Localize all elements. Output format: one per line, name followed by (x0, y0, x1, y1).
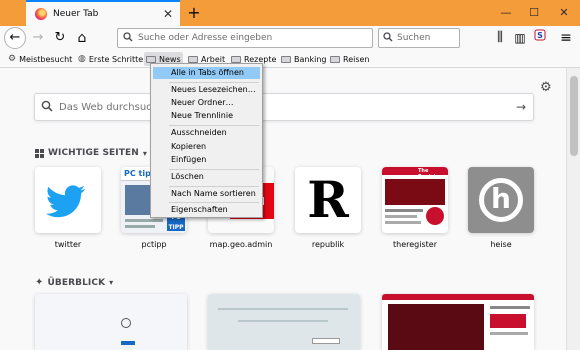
web-search-placeholder: Das Web durchsuchen (59, 101, 171, 113)
svg-text:S: S (537, 31, 543, 40)
gear-icon: ⚙ (8, 54, 17, 64)
menu-item-properties[interactable]: Eigenschaften (153, 204, 260, 216)
tile-label: twitter (54, 240, 82, 249)
highlights-icon: ✦ (35, 277, 44, 288)
title-bar: Neuer Tab ✕ + — ☐ ✕ (0, 0, 580, 26)
back-button[interactable]: ← (4, 27, 26, 49)
search-bar[interactable]: Suchen (378, 28, 460, 48)
tab-new-tab[interactable]: Neuer Tab ✕ (26, 0, 180, 26)
reload-button[interactable]: ↻ (50, 28, 70, 48)
firefox-icon (35, 8, 47, 20)
minimize-button[interactable]: — (492, 0, 520, 26)
window-close-button[interactable]: ✕ (550, 0, 578, 26)
page-scrollbar[interactable] (566, 68, 580, 350)
bookmarks-toolbar: ⚙ Meistbesucht ◍ Erste Schritte News Arb… (0, 50, 580, 68)
menu-item-cut[interactable]: Ausschneiden (153, 127, 260, 139)
menu-item-new-bookmark[interactable]: Neues Lesezeichen… (153, 84, 260, 96)
top-site-theregister[interactable]: The Register theregister (382, 167, 448, 249)
folder-icon (281, 55, 291, 63)
tile-label: heise (490, 240, 512, 249)
menu-item-new-folder[interactable]: Neuer Ordner… (153, 97, 260, 109)
extension-icon[interactable]: S (530, 28, 550, 48)
menu-separator (169, 125, 259, 126)
forward-button[interactable]: → (28, 28, 48, 48)
highlight-card[interactable] (35, 294, 187, 350)
menu-item-paste[interactable]: Einfügen (153, 154, 260, 166)
top-site-heise[interactable]: h heise (468, 167, 534, 249)
bookmark-label: Erste Schritte (88, 54, 144, 64)
globe-icon: ◍ (78, 54, 86, 64)
bookmark-label: Reisen (343, 54, 370, 64)
menu-item-delete[interactable]: Löschen (153, 171, 260, 183)
menu-separator (169, 202, 259, 203)
republik-logo-icon: R (295, 167, 361, 233)
bookmark-erste-schritte[interactable]: ◍ Erste Schritte (78, 52, 143, 66)
bookmark-label: Banking (294, 54, 327, 64)
top-site-republik[interactable]: R republik (295, 167, 361, 249)
tile-label: theregister (393, 240, 437, 249)
top-site-twitter[interactable]: twitter (35, 167, 101, 249)
menu-item-sort-by-name[interactable]: Nach Name sortieren (153, 188, 260, 200)
folder-icon (330, 55, 340, 63)
chevron-down-icon: ▾ (109, 278, 114, 287)
navigation-toolbar: ← → ↻ ⌂ Suche oder Adresse eingeben Such… (0, 26, 580, 50)
menu-item-new-separator[interactable]: Neue Trennlinie (153, 110, 260, 122)
sidebar-button[interactable]: ▥ (510, 28, 530, 48)
info-icon (121, 318, 131, 328)
maximize-button[interactable]: ☐ (520, 0, 548, 26)
section-title: WICHTIGE SEITEN (48, 148, 139, 158)
folder-icon (188, 55, 198, 63)
menu-separator (169, 186, 259, 187)
menu-item-open-all-in-tabs[interactable]: Alle in Tabs öffnen (153, 67, 260, 79)
arrow-right-icon[interactable]: → (509, 100, 533, 114)
heise-letter: h (491, 182, 511, 215)
register-thumbnail: The Register (382, 167, 448, 233)
tab-title: Neuer Tab (53, 9, 99, 19)
menu-item-copy[interactable]: Kopieren (153, 141, 260, 153)
bookmark-folder-reisen[interactable]: Reisen (330, 52, 370, 66)
top-sites-header[interactable]: WICHTIGE SEITEN ▾ (35, 148, 147, 158)
menu-separator (169, 82, 259, 83)
bookmark-label: Meistbesucht (19, 54, 73, 64)
address-bar[interactable]: Suche oder Adresse eingeben (117, 28, 373, 48)
section-title: ÜBERBLICK (47, 277, 106, 288)
chevron-down-icon: ▾ (142, 148, 147, 158)
home-button[interactable]: ⌂ (72, 28, 92, 48)
republik-letter: R (307, 170, 349, 229)
search-icon (379, 31, 397, 45)
heise-logo-icon: h (468, 167, 534, 233)
tile-label: pctipp (141, 240, 167, 249)
bookmark-meistbesucht[interactable]: ⚙ Meistbesucht (8, 52, 72, 66)
folder-icon (146, 55, 156, 63)
menu-button[interactable]: ≡ (556, 28, 576, 48)
tile-label: republik (311, 240, 345, 249)
search-icon (35, 100, 59, 115)
grid-icon (35, 148, 44, 158)
gear-icon[interactable]: ⚙ (540, 80, 552, 95)
bookmark-folder-banking[interactable]: Banking (281, 52, 326, 66)
web-search-box[interactable]: Das Web durchsuchen → (34, 93, 534, 121)
tile-label: map.geo.admin (209, 240, 273, 249)
menu-separator (169, 169, 259, 170)
search-placeholder: Suchen (397, 33, 431, 43)
twitter-logo-icon (35, 167, 101, 233)
new-tab-button[interactable]: + (184, 3, 204, 23)
folder-icon (231, 55, 241, 63)
address-placeholder: Suche oder Adresse eingeben (138, 33, 273, 43)
library-button[interactable]: ⫼ (490, 28, 510, 48)
tab-close-icon[interactable]: ✕ (160, 7, 176, 21)
scrollbar-thumb[interactable] (570, 76, 578, 156)
highlights-header[interactable]: ✦ ÜBERBLICK ▾ (35, 277, 113, 288)
bookmark-context-menu: Alle in Tabs öffnen Neues Lesezeichen… N… (150, 63, 263, 218)
highlight-card[interactable] (208, 294, 360, 350)
highlight-card[interactable] (382, 294, 534, 350)
search-icon (118, 31, 138, 45)
